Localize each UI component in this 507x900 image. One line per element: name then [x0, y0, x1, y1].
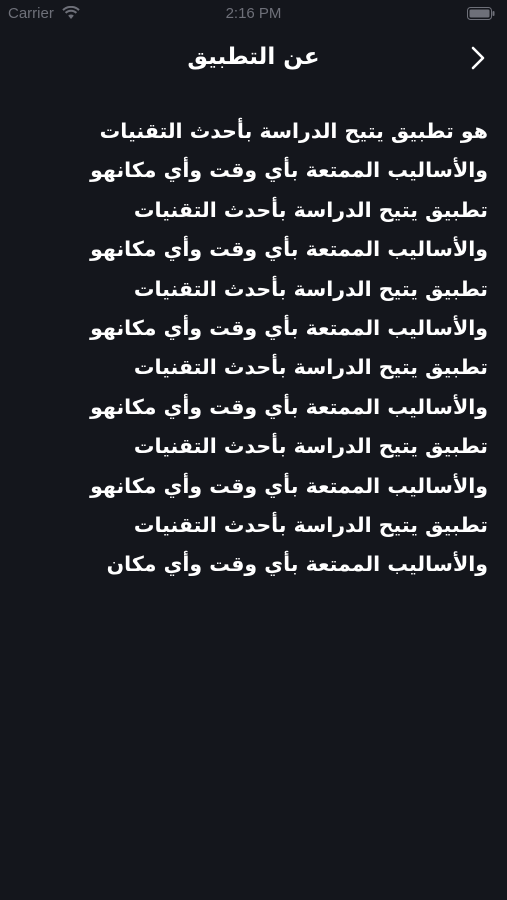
- about-text: هو تطبيق يتيح الدراسة بأحدث التقنيات وال…: [90, 119, 488, 577]
- status-bar: Carrier 2:16 PM: [0, 0, 507, 28]
- back-button[interactable]: [463, 44, 493, 76]
- chevron-right-icon: [470, 45, 486, 75]
- status-time: 2:16 PM: [225, 5, 282, 22]
- navigation-bar: عن التطبيق: [0, 34, 507, 86]
- page-title: عن التطبيق: [187, 44, 320, 70]
- battery-icon: [467, 7, 495, 24]
